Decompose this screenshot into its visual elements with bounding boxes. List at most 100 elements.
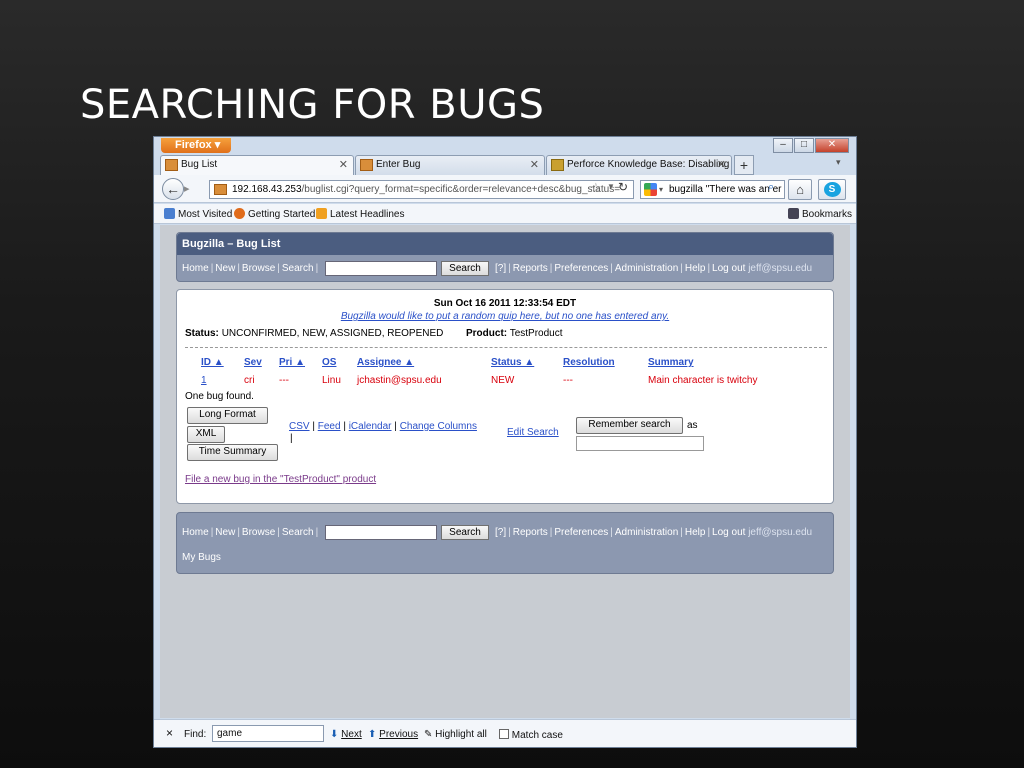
footer-help-bracket-link[interactable]: [?] xyxy=(495,527,506,538)
skype-icon[interactable]: S xyxy=(818,179,846,200)
tab-bug-list[interactable]: Bug List ✕ xyxy=(160,155,354,175)
tab-enter-bug[interactable]: Enter Bug ✕ xyxy=(355,155,545,175)
quick-search-button[interactable]: Search xyxy=(441,261,489,276)
google-icon[interactable] xyxy=(644,183,657,196)
nav-reports-link[interactable]: Reports xyxy=(513,263,548,274)
column-assignee[interactable]: Assignee ▲ xyxy=(357,357,414,368)
format-links: CSV | Feed | iCalendar | Change Columns xyxy=(289,421,477,432)
quick-search-input[interactable] xyxy=(325,261,437,276)
nav-new-link[interactable]: New xyxy=(215,263,235,274)
back-arrow-icon[interactable]: ← xyxy=(162,178,184,200)
quip-link[interactable]: Bugzilla would like to put a random quip… xyxy=(177,311,833,322)
footer-user-email: jeff@spsu.edu xyxy=(748,527,813,538)
footer-help-link[interactable]: Help xyxy=(685,527,706,538)
footer-search-button[interactable]: Search xyxy=(441,525,489,540)
tab-perforce[interactable]: Perforce Knowledge Base: Disabling ... ✕ xyxy=(546,155,732,188)
bug-resolution: --- xyxy=(563,375,573,386)
site-icon xyxy=(214,184,227,195)
bookmark-star-icon[interactable]: ☆ xyxy=(590,180,602,196)
column-status[interactable]: Status ▲ xyxy=(491,357,534,368)
column-id[interactable]: ID ▲ xyxy=(201,357,224,368)
nav-home-link[interactable]: Home xyxy=(182,263,209,274)
nav-administration-link[interactable]: Administration xyxy=(615,263,678,274)
long-format-button[interactable]: Long Format xyxy=(187,407,268,424)
find-bar: × Find: game ⬇ Next ⬆ Previous ✎ Highlig… xyxy=(154,719,856,747)
feed-link[interactable]: Feed xyxy=(318,421,341,432)
web-search-input[interactable]: ▾ bugzilla "There was an er xyxy=(640,180,785,199)
file-new-bug-link[interactable]: File a new bug in the "TestProduct" prod… xyxy=(185,474,376,485)
header-nav-right: [?] | Reports | Preferences | Administration | H… xyxy=(495,263,813,274)
find-close-icon[interactable]: × xyxy=(166,726,173,740)
xml-button[interactable]: XML xyxy=(187,426,225,443)
footer-quick-search-input[interactable] xyxy=(325,525,437,540)
find-previous-button[interactable]: ⬆ Previous xyxy=(368,729,418,740)
footer-new-link[interactable]: New xyxy=(215,527,235,538)
footer-reports-link[interactable]: Reports xyxy=(513,527,548,538)
engine-dropdown-icon[interactable]: ▾ xyxy=(659,181,663,198)
tab-close-icon[interactable]: ✕ xyxy=(717,156,726,174)
reload-icon[interactable]: ↻ xyxy=(618,180,634,199)
footer-browse-link[interactable]: Browse xyxy=(242,527,275,538)
csv-link[interactable]: CSV xyxy=(289,421,310,432)
column-resolution[interactable]: Resolution xyxy=(563,357,615,368)
nav-logout-link[interactable]: Log out xyxy=(712,263,745,274)
close-button[interactable]: ✕ xyxy=(815,138,849,153)
match-case-checkbox[interactable]: Match case xyxy=(499,729,563,741)
bug-severity: cri xyxy=(244,375,255,386)
bug-status: NEW xyxy=(491,375,515,386)
footer-logout-link[interactable]: Log out xyxy=(712,527,745,538)
bookmarks-menu[interactable]: Bookmarks xyxy=(788,208,852,220)
search-icon[interactable]: ⌕ xyxy=(768,181,774,194)
forward-arrow-icon[interactable]: ▸ xyxy=(184,181,200,197)
footer-administration-link[interactable]: Administration xyxy=(615,527,678,538)
find-input[interactable]: game xyxy=(212,725,324,742)
new-tab-button[interactable]: + xyxy=(734,155,754,175)
column-summary[interactable]: Summary xyxy=(648,357,694,368)
column-os[interactable]: OS xyxy=(322,357,336,368)
find-label: Find: xyxy=(184,729,207,740)
tab-close-icon[interactable]: ✕ xyxy=(530,156,539,174)
nav-help-link[interactable]: Help xyxy=(685,263,706,274)
nav-preferences-link[interactable]: Preferences xyxy=(554,263,608,274)
footer-preferences-link[interactable]: Preferences xyxy=(554,527,608,538)
bug-id-link[interactable]: 1 xyxy=(201,375,207,386)
format-sep-bar: | xyxy=(290,433,293,444)
edit-search-link[interactable]: Edit Search xyxy=(507,427,559,438)
footer-home-link[interactable]: Home xyxy=(182,527,209,538)
icalendar-link[interactable]: iCalendar xyxy=(349,421,392,432)
divider xyxy=(185,347,827,348)
url-bar[interactable]: 192.168.43.253/buglist.cgi?query_format=… xyxy=(209,180,634,199)
history-dropdown-icon[interactable]: ▼ xyxy=(607,182,615,191)
page-content: Bugzilla – Bug List Home | New | Browse | Sear… xyxy=(160,225,850,718)
bugzilla-header: Bugzilla – Bug List Home | New | Browse | Sear… xyxy=(176,232,834,282)
nav-search-link[interactable]: Search xyxy=(282,263,314,274)
down-arrow-icon: ⬇ xyxy=(330,729,339,740)
find-next-button[interactable]: ⬇ Next xyxy=(330,729,362,740)
bugzilla-icon xyxy=(360,159,373,171)
home-icon[interactable]: ⌂ xyxy=(788,179,812,200)
change-columns-link[interactable]: Change Columns xyxy=(400,421,477,432)
bookmark-getting-started[interactable]: Getting Started xyxy=(234,208,315,220)
my-bugs-link[interactable]: My Bugs xyxy=(182,552,221,563)
minimize-button[interactable]: – xyxy=(773,138,793,153)
column-pri[interactable]: Pri ▲ xyxy=(279,357,305,368)
help-bracket-link[interactable]: [?] xyxy=(495,263,506,274)
navigation-bar: ← ▸ 192.168.43.253/buglist.cgi?query_for… xyxy=(154,175,856,203)
user-email: jeff@spsu.edu xyxy=(748,263,813,274)
most-visited-icon xyxy=(164,208,175,219)
nav-browse-link[interactable]: Browse xyxy=(242,263,275,274)
perforce-icon xyxy=(551,159,564,171)
tab-list-icon[interactable]: ▾ xyxy=(836,157,841,168)
bookmark-latest-headlines[interactable]: Latest Headlines xyxy=(316,208,405,220)
as-label: as xyxy=(687,420,698,431)
saved-search-name-input[interactable] xyxy=(576,436,704,451)
column-sev[interactable]: Sev xyxy=(244,357,262,368)
maximize-button[interactable]: □ xyxy=(794,138,814,153)
footer-search-link[interactable]: Search xyxy=(282,527,314,538)
highlight-all-button[interactable]: ✎ Highlight all xyxy=(424,729,487,740)
remember-search-button[interactable]: Remember search xyxy=(576,417,683,434)
bookmark-most-visited[interactable]: Most Visited xyxy=(164,208,232,220)
firefox-menu-button[interactable]: Firefox ▾ xyxy=(161,138,231,153)
time-summary-button[interactable]: Time Summary xyxy=(187,444,278,461)
tab-close-icon[interactable]: ✕ xyxy=(339,156,348,174)
